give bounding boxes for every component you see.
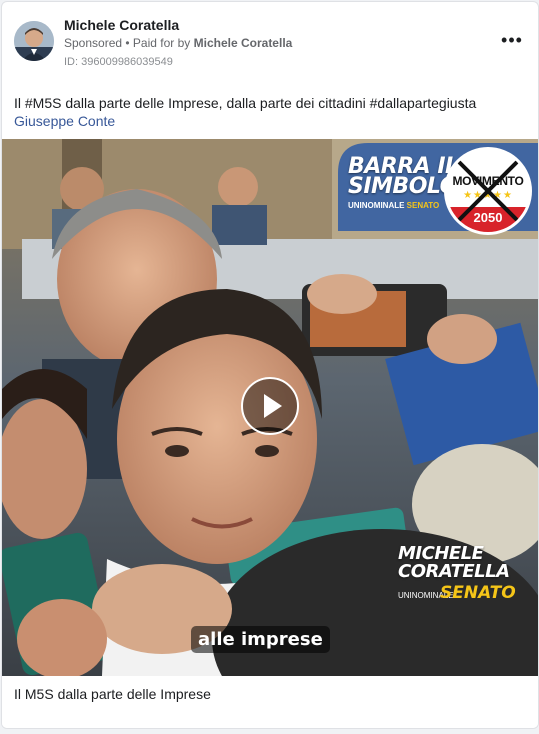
avatar[interactable] bbox=[14, 21, 54, 61]
barra-sub-senato: SENATO bbox=[406, 201, 440, 210]
barra-title-line2: SIMBOLO bbox=[348, 174, 458, 199]
barra-sub-prefix: UNINOMINALE bbox=[348, 201, 407, 210]
candidate-senato: SENATO bbox=[440, 583, 516, 603]
video-player[interactable]: BARRA IL SIMBOLO UNINOMINALE SENATO MOVI… bbox=[2, 139, 538, 676]
barra-title: BARRA IL SIMBOLO bbox=[348, 156, 459, 199]
paid-for-prefix: • Paid for by bbox=[122, 36, 194, 50]
video-subtitle: alle imprese bbox=[191, 626, 330, 653]
sponsored-label: Sponsored bbox=[64, 36, 123, 50]
sponsored-line: Sponsored • Paid for by Michele Coratell… bbox=[64, 36, 292, 50]
candidate-name-overlay: MICHELE CORATELLA bbox=[398, 545, 528, 581]
m5s-logo: MOVIMENTO ★★★★★ 2050 bbox=[444, 147, 532, 235]
more-dots-icon: ••• bbox=[501, 29, 523, 50]
cross-mark-icon bbox=[451, 154, 525, 228]
ad-id: ID: 396009986039549 bbox=[64, 56, 173, 68]
post-footer[interactable]: Il M5S dalla parte delle Imprese bbox=[2, 676, 538, 728]
author-name[interactable]: Michele Coratella bbox=[64, 17, 179, 33]
barra-subtitle: UNINOMINALE SENATO bbox=[348, 201, 439, 210]
post-header: Michele Coratella Sponsored • Paid for b… bbox=[2, 2, 538, 82]
footer-title[interactable]: Il M5S dalla parte delle Imprese bbox=[14, 686, 211, 702]
barra-il-simbolo-overlay: BARRA IL SIMBOLO UNINOMINALE SENATO MOVI… bbox=[338, 143, 538, 235]
play-button[interactable] bbox=[241, 377, 299, 435]
candidate-line2: CORATELLA bbox=[398, 561, 510, 582]
caption-link[interactable]: Giuseppe Conte bbox=[14, 113, 115, 129]
post-caption: Il #M5S dalla parte delle Imprese, dalla… bbox=[14, 95, 477, 111]
paid-for-name: Michele Coratella bbox=[193, 36, 293, 50]
sponsored-post-card: Michele Coratella Sponsored • Paid for b… bbox=[1, 1, 539, 729]
more-options-button[interactable]: ••• bbox=[500, 28, 524, 52]
